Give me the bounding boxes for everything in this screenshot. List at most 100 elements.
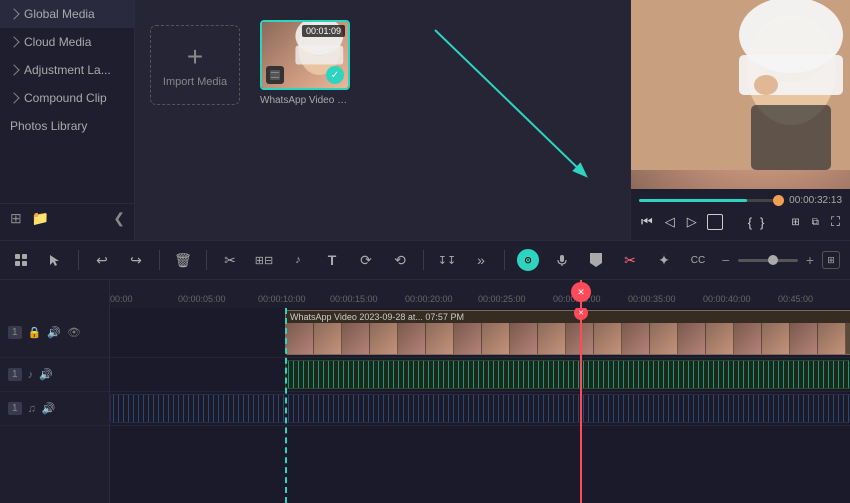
timeline-tracks: 1 🔒 🔊 👁 1 ♪ 🔊 1 ♫ 🔊	[0, 308, 850, 503]
zoom-slider[interactable]	[738, 259, 798, 262]
preview-frame	[631, 0, 850, 189]
eye-icon[interactable]: 👁	[67, 326, 81, 339]
folder-icon[interactable]: 📁	[32, 210, 49, 227]
audio-track-label: 1 ♪ 🔊	[0, 358, 109, 392]
ruler-mark-5: 00:00:25:00	[478, 294, 526, 304]
frame-17	[734, 323, 762, 354]
ruler-mark-2: 00:00:10:00	[258, 294, 306, 304]
clip-type-icon	[266, 66, 284, 84]
marker-button[interactable]	[585, 249, 607, 271]
ruler-mark-0: 00:00	[110, 294, 133, 304]
audio-track-number: 1	[8, 368, 22, 381]
preview-panel: 00:00:32:13 ⏮ ◁ ▷ { } ⊞ ⧉ ⛶	[630, 0, 850, 240]
mute-icon[interactable]: 🔊	[47, 326, 61, 339]
pip-button[interactable]: ⧉	[810, 215, 821, 230]
collapse-icon[interactable]: ❮	[113, 210, 125, 227]
frame-19	[790, 323, 818, 354]
in-point-button[interactable]: {	[748, 215, 752, 230]
audio-mute-icon[interactable]: 🔊	[39, 368, 53, 381]
music-clip[interactable]	[110, 394, 850, 423]
frame-7	[454, 323, 482, 354]
ruler-mark-3: 00:00:15:00	[330, 294, 378, 304]
preview-controls: 00:00:32:13 ⏮ ◁ ▷ { } ⊞ ⧉ ⛶	[631, 189, 850, 240]
caption-button[interactable]: CC	[687, 249, 709, 271]
media-clip-item[interactable]: 00:01:09 ✓ WhatsApp Video 202...	[260, 20, 350, 106]
sidebar-item-cloud-media[interactable]: Cloud Media	[0, 28, 134, 56]
pointer-tool-button[interactable]	[10, 249, 32, 271]
sidebar-item-global-media[interactable]: Global Media	[0, 0, 134, 28]
stop-button[interactable]	[707, 214, 723, 230]
ruler-playhead-line: ✕	[580, 280, 582, 308]
video-track-label: 1 🔒 🔊 👁	[0, 308, 109, 358]
music-note-icon[interactable]: ♫	[28, 403, 36, 415]
lock-icon[interactable]: 🔒	[28, 326, 42, 339]
zoom-out-button[interactable]: −	[722, 252, 730, 268]
delete-button[interactable]: 🗑	[172, 249, 194, 271]
frame-10	[538, 323, 566, 354]
ruler-mark-8: 00:00:40:00	[703, 294, 751, 304]
video-clip-frames	[286, 323, 850, 354]
preview-progress-bar[interactable]: 00:00:32:13	[639, 195, 842, 206]
tracks-content: WhatsApp Video 2023-09-28 at... 07:57 PM	[110, 308, 850, 503]
crop-button[interactable]: ↧↧	[436, 249, 458, 271]
music-volume-icon[interactable]: 🔊	[42, 402, 56, 415]
music-track	[110, 392, 850, 426]
rotate-left-button[interactable]: ⟳	[355, 249, 377, 271]
frame-9	[510, 323, 538, 354]
sidebar-item-adjustment[interactable]: Adjustment La...	[0, 56, 134, 84]
toolbar-separator-3	[206, 250, 207, 270]
undo-button[interactable]: ↩	[91, 249, 113, 271]
audio-waveform	[286, 361, 850, 388]
toolbar-separator-5	[504, 250, 505, 270]
sidebar-item-compound-clip[interactable]: Compound Clip	[0, 84, 134, 112]
music-icon[interactable]: ♪	[28, 369, 34, 381]
fit-timeline-button[interactable]: ⊞	[822, 251, 840, 269]
select-tool-button[interactable]	[44, 249, 66, 271]
zoom-in-button[interactable]: +	[806, 252, 814, 268]
text-tool-button[interactable]: T	[321, 249, 343, 271]
effect-button[interactable]: ✦	[653, 249, 675, 271]
cursor-icon	[48, 253, 62, 267]
ruler-marks-container[interactable]: 00:00 00:00:05:00 00:00:10:00 00:00:15:0…	[110, 280, 850, 308]
video-clip-label: WhatsApp Video 2023-09-28 at... 07:57 PM	[286, 311, 850, 323]
marker-icon	[590, 253, 602, 267]
chevron-right-icon	[8, 8, 19, 19]
chevron-right-icon	[8, 36, 19, 47]
split-line	[285, 308, 287, 503]
timeline: 00:00 00:00:05:00 00:00:10:00 00:00:15:0…	[0, 280, 850, 503]
import-media-button[interactable]: + Import Media	[150, 25, 240, 105]
video-clip[interactable]: WhatsApp Video 2023-09-28 at... 07:57 PM	[285, 310, 850, 355]
audio-icon	[555, 253, 569, 267]
audio-clip[interactable]	[285, 360, 850, 389]
preview-transport-controls: ⏮ ◁ ▷ { } ⊞ ⧉ ⛶	[639, 210, 842, 234]
frame-1	[286, 323, 314, 354]
cut-x-button[interactable]: ✕	[571, 282, 591, 302]
audio-tool-button[interactable]	[551, 249, 573, 271]
progress-fill	[639, 199, 747, 202]
speed-indicator[interactable]: ⊙	[517, 249, 539, 271]
step-back-button[interactable]: ◁	[663, 212, 677, 232]
scissors-button[interactable]: ✂	[619, 249, 641, 271]
more-options-button[interactable]: ⊞	[789, 215, 801, 230]
chevron-right-icon	[8, 92, 19, 103]
split-button[interactable]: ⊞⊟	[253, 249, 275, 271]
frame-3	[342, 323, 370, 354]
rotate-right-button[interactable]: ⟲	[389, 249, 411, 271]
fullscreen-button[interactable]: ⛶	[829, 212, 842, 232]
more-tools-button[interactable]: »	[470, 249, 492, 271]
audio-detach-button[interactable]: ♪	[287, 249, 309, 271]
play-button[interactable]: ▷	[685, 212, 699, 232]
zoom-thumb[interactable]	[768, 255, 778, 265]
video-thumbnail[interactable]: 00:01:09 ✓	[260, 20, 350, 90]
toolbar: ↩ ↪ 🗑 ✂ ⊞⊟ ♪ T ⟳ ⟲ ↧↧ » ⊙ ✂ ✦ CC − + ⊞	[0, 240, 850, 280]
out-point-button[interactable]: }	[760, 215, 764, 230]
progress-track[interactable]	[639, 199, 783, 202]
progress-thumb[interactable]	[773, 195, 784, 206]
grid-icon[interactable]: ⊞	[10, 210, 22, 227]
cut-button[interactable]: ✂	[219, 249, 241, 271]
frame-14	[650, 323, 678, 354]
media-section: + Import Media 00:01:0	[135, 0, 850, 240]
rewind-button[interactable]: ⏮	[639, 212, 655, 232]
sidebar-item-photos-library[interactable]: Photos Library	[0, 112, 134, 140]
redo-button[interactable]: ↪	[125, 249, 147, 271]
